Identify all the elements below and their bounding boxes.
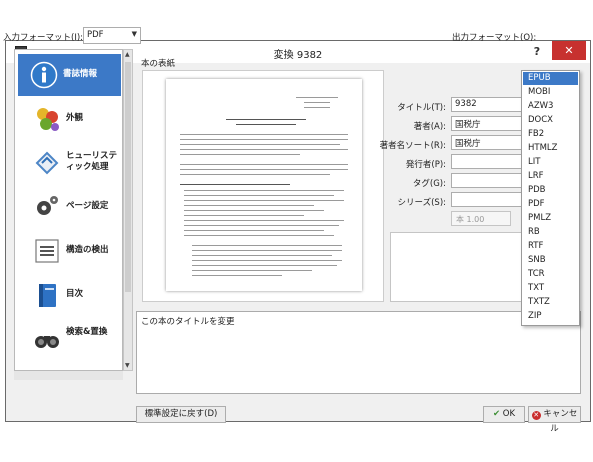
format-option[interactable]: TXT [523, 282, 578, 295]
scroll-up-icon[interactable]: ▲ [125, 51, 130, 58]
sidebar-item-label: 書誌情報 [63, 69, 98, 79]
format-option[interactable]: ZIP [523, 310, 578, 323]
ok-button[interactable]: ✔ OK [483, 406, 525, 423]
sidebar: 書誌情報 外観 ヒューリスティック処理 ページ設定 構造の検出 目次 検索&置換 [14, 49, 123, 371]
input-format-select[interactable]: PDF ▼ [83, 27, 141, 44]
tags-label: タグ(G): [412, 179, 446, 189]
cancel-button-label: キャンセル [543, 409, 578, 434]
chevron-down-icon: ▼ [131, 30, 137, 38]
output-format-label: 出力フォーマット(O): [452, 33, 537, 43]
scroll-down-icon[interactable]: ▼ [125, 362, 130, 369]
sidebar-item-structure[interactable]: 構造の検出 [21, 230, 121, 272]
ok-button-label: OK [502, 409, 516, 419]
close-button[interactable]: ✕ [552, 41, 586, 60]
input-format-value: PDF [87, 30, 104, 40]
format-option[interactable]: FB2 [523, 128, 578, 141]
cancel-icon: ✕ [531, 411, 541, 420]
format-option[interactable]: TXTZ [523, 296, 578, 309]
format-option[interactable]: LIT [523, 156, 578, 169]
author-sort-label: 著者名ソート(R): [379, 141, 446, 151]
page-setup-icon [37, 196, 58, 215]
toc-icon [39, 284, 56, 307]
heuristics-icon [35, 151, 59, 175]
cancel-button[interactable]: ✕ キャンセル [528, 406, 581, 434]
scrollbar-thumb[interactable] [125, 62, 131, 292]
help-text-area: この本のタイトルを変更 [136, 311, 581, 394]
format-option[interactable]: AZW3 [523, 100, 578, 113]
sidebar-item-label: ヒューリスティック処理 [66, 151, 118, 172]
checkmark-icon: ✔ [492, 409, 501, 419]
sidebar-horizontal-scrollbar[interactable] [14, 371, 123, 380]
help-button[interactable]: ? [526, 43, 548, 61]
info-icon [30, 61, 58, 89]
input-format-label: 入力フォーマット(I): [3, 33, 84, 43]
sidebar-item-label: 構造の検出 [66, 245, 109, 255]
sidebar-item-heuristics[interactable]: ヒューリスティック処理 [21, 142, 121, 184]
restore-defaults-button[interactable]: 標準設定に戻す(D) [136, 406, 226, 423]
format-option[interactable]: SNB [523, 254, 578, 267]
publisher-label: 発行者(P): [405, 160, 446, 170]
sidebar-item-label: ページ設定 [66, 201, 109, 211]
sidebar-scrollbar[interactable]: ▲ ▼ [123, 49, 133, 371]
format-option[interactable]: MOBI [523, 86, 578, 99]
appearance-icon [37, 108, 59, 131]
sidebar-item-metadata[interactable]: 書誌情報 [18, 54, 121, 96]
structure-icon [35, 239, 59, 263]
title-label: タイトル(T): [397, 103, 446, 113]
format-option[interactable]: PDF [523, 198, 578, 211]
format-option[interactable]: RB [523, 226, 578, 239]
cover-image [166, 79, 362, 291]
sidebar-item-appearance[interactable]: 外観 [21, 98, 121, 140]
format-option[interactable]: EPUB [523, 72, 578, 85]
format-option[interactable]: DOCX [523, 114, 578, 127]
output-format-dropdown[interactable]: EPUB MOBI AZW3 DOCX FB2 HTMLZ LIT LRF PD… [521, 70, 580, 326]
sidebar-item-label: 外観 [66, 113, 84, 123]
format-option[interactable]: TCR [523, 268, 578, 281]
sidebar-item-toc[interactable]: 目次 [21, 274, 121, 316]
format-option[interactable]: HTMLZ [523, 142, 578, 155]
format-option[interactable]: PMLZ [523, 212, 578, 225]
sidebar-item-search-replace[interactable]: 検索&置換 [21, 318, 121, 360]
sidebar-item-label: 検索&置換 [66, 327, 108, 337]
format-option[interactable]: PDB [523, 184, 578, 197]
author-label: 著者(A): [413, 122, 446, 132]
cover-label: 本の表紙 [141, 59, 176, 69]
format-option[interactable]: RTF [523, 240, 578, 253]
sidebar-item-label: 目次 [66, 289, 84, 299]
format-option[interactable]: LRF [523, 170, 578, 183]
sidebar-item-page-setup[interactable]: ページ設定 [21, 186, 121, 228]
series-number-spinbox[interactable]: 本 1.00 [451, 211, 511, 226]
series-label: シリーズ(S): [397, 198, 446, 208]
search-replace-icon [35, 336, 59, 348]
